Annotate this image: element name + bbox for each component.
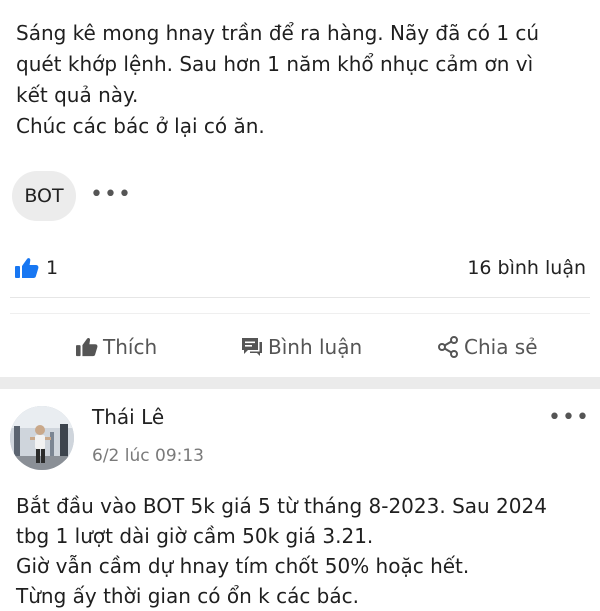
more-dots-icon[interactable]: ••• (548, 403, 590, 433)
divider (10, 313, 590, 314)
share-icon (436, 335, 464, 359)
post-text-line: Giờ vẫn cầm dự hnay tím chốt 50% hoặc hế… (16, 554, 470, 578)
comment-count[interactable]: 16 bình luận (467, 257, 586, 279)
author-name[interactable]: Thái Lê (92, 405, 164, 429)
divider (10, 297, 590, 298)
post-body: Bắt đầu vào BOT 5k giá 5 từ tháng 8-2023… (16, 491, 588, 611)
comment-icon (240, 336, 268, 358)
reaction-summary: 1 16 bình luận (14, 253, 586, 283)
share-button[interactable]: Chia sẻ (436, 330, 538, 364)
post-text-line: Từng ấy thời gian có ổn k các bác. (16, 584, 359, 608)
comment-button[interactable]: Bình luận (240, 330, 362, 364)
like-button-label: Thích (103, 335, 158, 359)
post-text-line: tbg 1 lượt dài giờ cầm 50k giá 3.21. (16, 524, 374, 548)
comment-button-label: Bình luận (268, 335, 363, 359)
post-text-line: quét khớp lệnh. Sau hơn 1 năm khổ nhục c… (16, 52, 534, 76)
more-dots-icon[interactable]: ••• (90, 180, 132, 210)
post-text-line: Bắt đầu vào BOT 5k giá 5 từ tháng 8-2023… (16, 494, 547, 518)
share-button-label: Chia sẻ (464, 335, 538, 359)
post-body: Sáng kê mong hnay trần để ra hàng. Nãy đ… (16, 18, 588, 142)
post-text-line: Sáng kê mong hnay trần để ra hàng. Nãy đ… (16, 21, 540, 45)
like-button[interactable]: Thích (75, 330, 157, 364)
post-text-line: kết quả này. (16, 83, 139, 107)
like-count[interactable]: 1 (46, 257, 58, 279)
avatar[interactable] (10, 406, 74, 470)
tag-chip-bot[interactable]: BOT (12, 171, 76, 221)
thumbs-up-icon (75, 336, 103, 358)
post-separator (0, 377, 600, 389)
post-timestamp[interactable]: 6/2 lúc 09:13 (92, 446, 204, 466)
thumbs-up-icon[interactable] (14, 256, 40, 280)
post-actions: Thích Bình luận Chia sẻ (0, 330, 600, 364)
post-text-line: Chúc các bác ở lại có ăn. (16, 114, 265, 138)
